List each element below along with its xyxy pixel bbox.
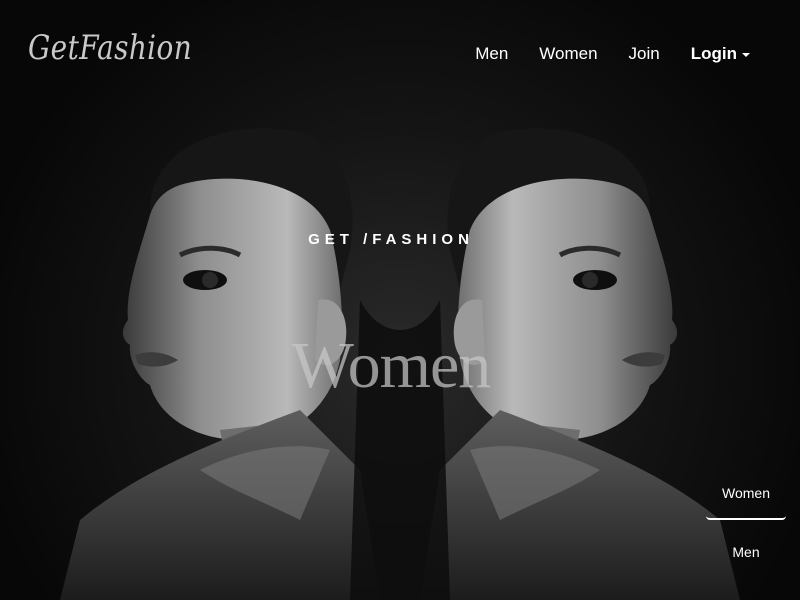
page: GetFashion Men Women Join Login GET /FAS… [0,0,800,600]
category-tab-men[interactable]: Men [706,540,786,564]
nav-login-dropdown[interactable]: Login [691,44,750,64]
main-nav: Men Women Join Login [475,44,750,64]
nav-men-link[interactable]: Men [475,44,508,64]
login-label: Login [690,44,737,63]
hero-title: Women [291,329,492,402]
hero-kicker: GET /FASHION [308,231,474,248]
caret-down-icon [742,53,750,57]
nav-join-link[interactable]: Join [629,44,660,64]
category-switcher: Women Men [706,470,786,564]
nav-women-link[interactable]: Women [539,44,597,64]
category-tab-women[interactable]: Women [706,470,786,520]
header: GetFashion Men Women Join Login [0,0,800,110]
site-logo[interactable]: GetFashion [28,28,192,68]
